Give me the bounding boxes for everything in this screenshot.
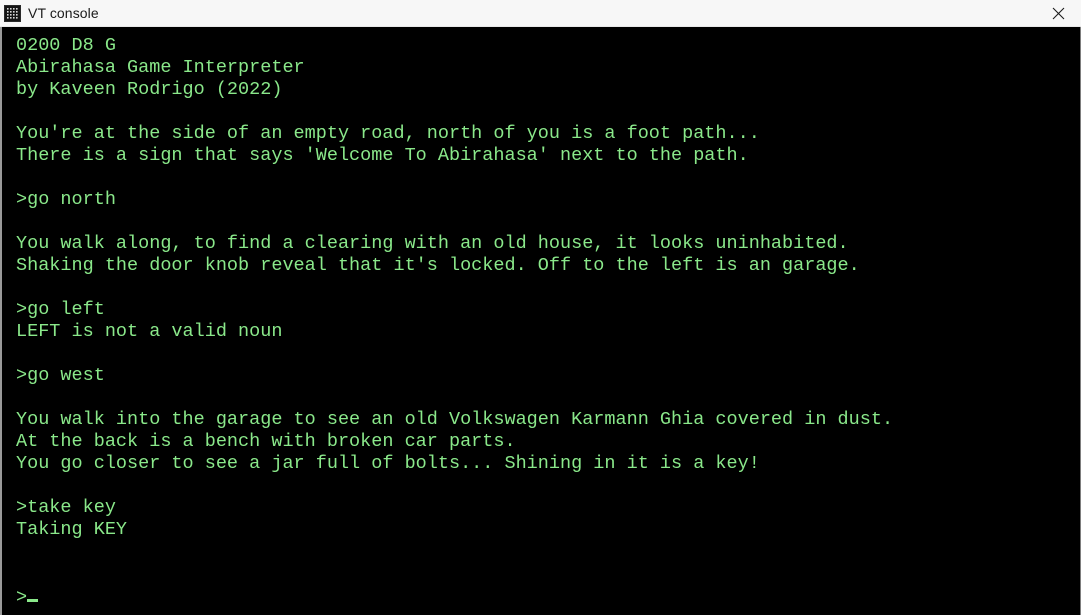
window-title: VT console: [28, 4, 99, 21]
terminal-line: Taking KEY: [16, 519, 128, 540]
terminal-line: You're at the side of an empty road, nor…: [16, 123, 760, 144]
vt-console-window: VT console 0200 D8 G Abirahasa Game Inter…: [0, 0, 1081, 615]
terminal-line: Abirahasa Game Interpreter: [16, 57, 305, 78]
terminal-line: >go left: [16, 299, 105, 320]
terminal-line: >go west: [16, 365, 105, 386]
close-icon: [1052, 7, 1065, 19]
terminal-line: by Kaveen Rodrigo (2022): [16, 79, 283, 100]
terminal-prompt-line[interactable]: >: [16, 585, 1080, 609]
terminal-line: 0200 D8 G: [16, 35, 116, 56]
terminal-output[interactable]: 0200 D8 G Abirahasa Game Interpreter by Ka…: [2, 27, 1080, 615]
terminal-line: >take key: [16, 497, 116, 518]
terminal-line: You go closer to see a jar full of bolts…: [16, 453, 760, 474]
terminal-line: At the back is a bench with broken car p…: [16, 431, 516, 452]
terminal-line: You walk along, to find a clearing with …: [16, 233, 849, 254]
window-titlebar[interactable]: VT console: [0, 0, 1081, 27]
prompt-caret: >: [16, 587, 28, 608]
terminal-frame: 0200 D8 G Abirahasa Game Interpreter by Ka…: [0, 27, 1081, 615]
terminal-line: There is a sign that says 'Welcome To Ab…: [16, 145, 749, 166]
terminal-line: LEFT is not a valid noun: [16, 321, 283, 342]
close-button[interactable]: [1036, 0, 1081, 27]
terminal-line: Shaking the door knob reveal that it's l…: [16, 255, 860, 276]
terminal-dots-icon: [4, 4, 21, 22]
terminal-line: >go north: [16, 189, 116, 210]
terminal-line: You walk into the garage to see an old V…: [16, 409, 894, 430]
text-cursor: [27, 585, 39, 602]
